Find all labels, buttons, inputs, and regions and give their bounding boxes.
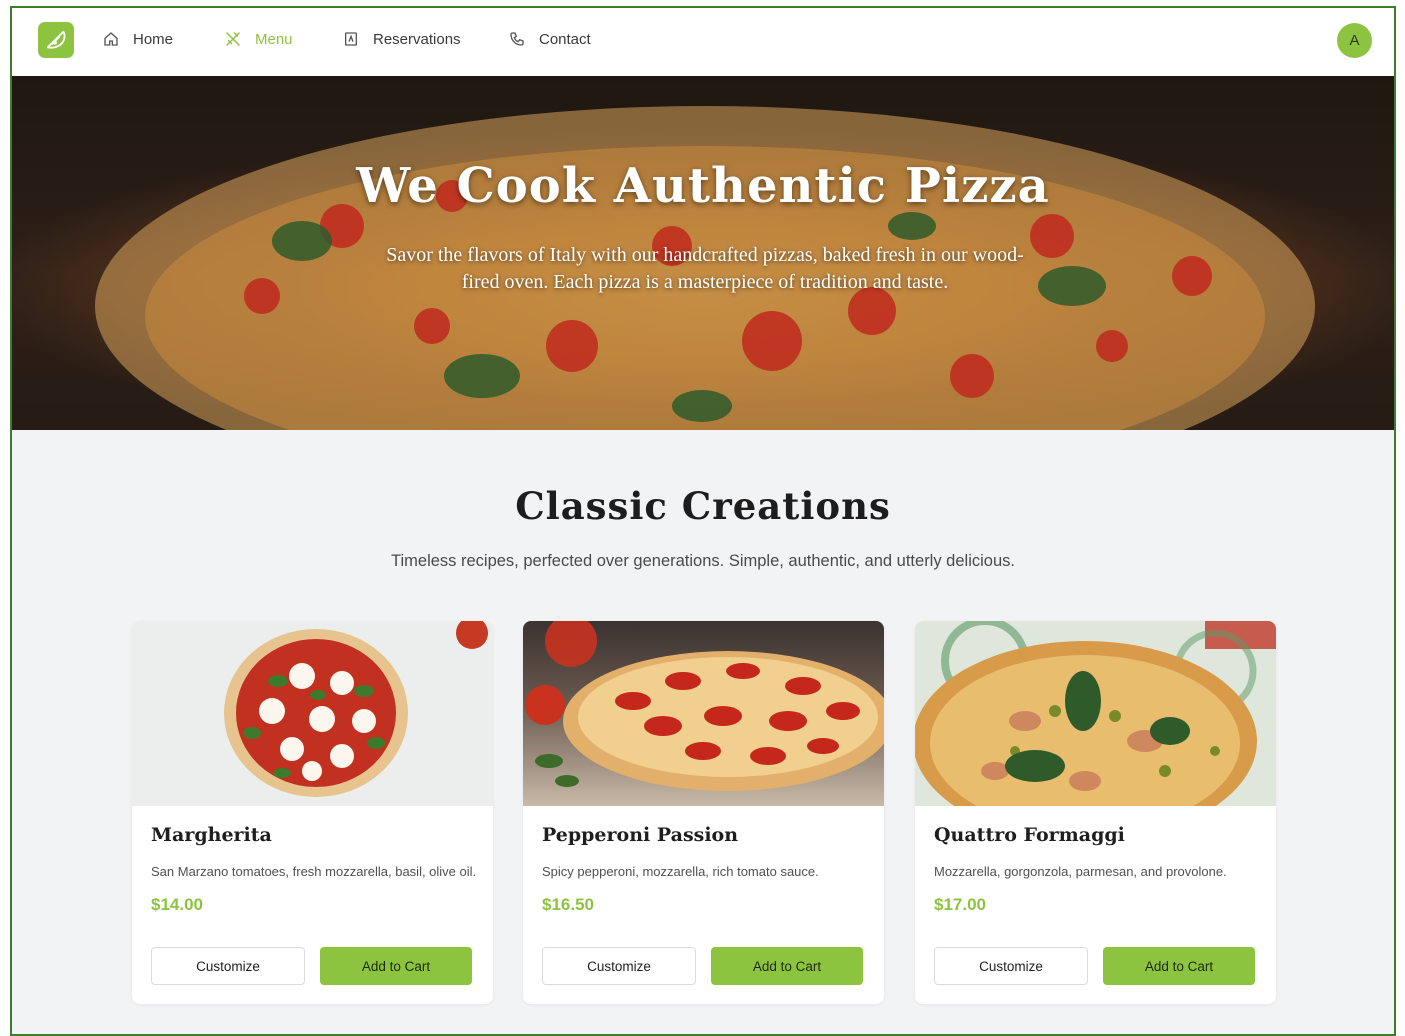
nav-item-menu[interactable]: Menu: [224, 30, 293, 48]
nav-label-reservations: Reservations: [373, 30, 461, 48]
hero-subtitle: Savor the flavors of Italy with our hand…: [386, 244, 1024, 293]
hero-banner: We Cook Authentic Pizza Savor the flavor…: [12, 76, 1394, 430]
section-title: Classic Creations: [515, 484, 891, 528]
menu-card-pepperoni: Pepperoni Passion Spicy pepperoni, mozza…: [523, 621, 884, 1004]
card-title: Quattro Formaggi: [934, 824, 1125, 846]
customize-button[interactable]: Customize: [934, 947, 1088, 985]
pepperoni-image: [523, 621, 884, 806]
card-title: Pepperoni Passion: [542, 824, 739, 846]
card-price: $17.00: [934, 895, 986, 914]
card-price: $14.00: [151, 895, 203, 914]
top-navigation: Home Menu Reservations Contact A: [12, 8, 1394, 76]
app-frame: Home Menu Reservations Contact A We Cook…: [10, 6, 1396, 1036]
user-avatar[interactable]: A: [1337, 23, 1372, 58]
menu-card-quattro-formaggi: Quattro Formaggi Mozzarella, gorgonzola,…: [915, 621, 1276, 1004]
customize-button[interactable]: Customize: [151, 947, 305, 985]
nav-item-reservations[interactable]: Reservations: [342, 30, 461, 48]
utensils-icon: [224, 30, 242, 48]
phone-icon: [508, 30, 526, 48]
customize-button[interactable]: Customize: [542, 947, 696, 985]
card-description: San Marzano tomatoes, fresh mozzarella, …: [151, 864, 477, 879]
nav-label-contact: Contact: [539, 30, 591, 48]
home-icon: [102, 30, 120, 48]
nav-item-contact[interactable]: Contact: [508, 30, 591, 48]
card-description: Mozzarella, gorgonzola, parmesan, and pr…: [934, 864, 1227, 879]
menu-card-margherita: Margherita San Marzano tomatoes, fresh m…: [132, 621, 493, 1004]
card-description: Spicy pepperoni, mozzarella, rich tomato…: [542, 864, 819, 879]
nav-item-home[interactable]: Home: [102, 30, 173, 48]
pizza-logo-icon[interactable]: [38, 22, 74, 58]
add-to-cart-button[interactable]: Add to Cart: [711, 947, 863, 985]
book-icon: [342, 30, 360, 48]
nav-label-menu: Menu: [255, 30, 293, 48]
card-price: $16.50: [542, 895, 594, 914]
hero-title: We Cook Authentic Pizza: [356, 158, 1050, 214]
add-to-cart-button[interactable]: Add to Cart: [1103, 947, 1255, 985]
quattro-formaggi-image: [915, 621, 1276, 806]
card-title: Margherita: [151, 824, 272, 846]
nav-label-home: Home: [133, 30, 174, 48]
margherita-image: [132, 621, 493, 806]
add-to-cart-button[interactable]: Add to Cart: [320, 947, 472, 985]
section-subtitle: Timeless recipes, perfected over generat…: [391, 552, 1015, 570]
